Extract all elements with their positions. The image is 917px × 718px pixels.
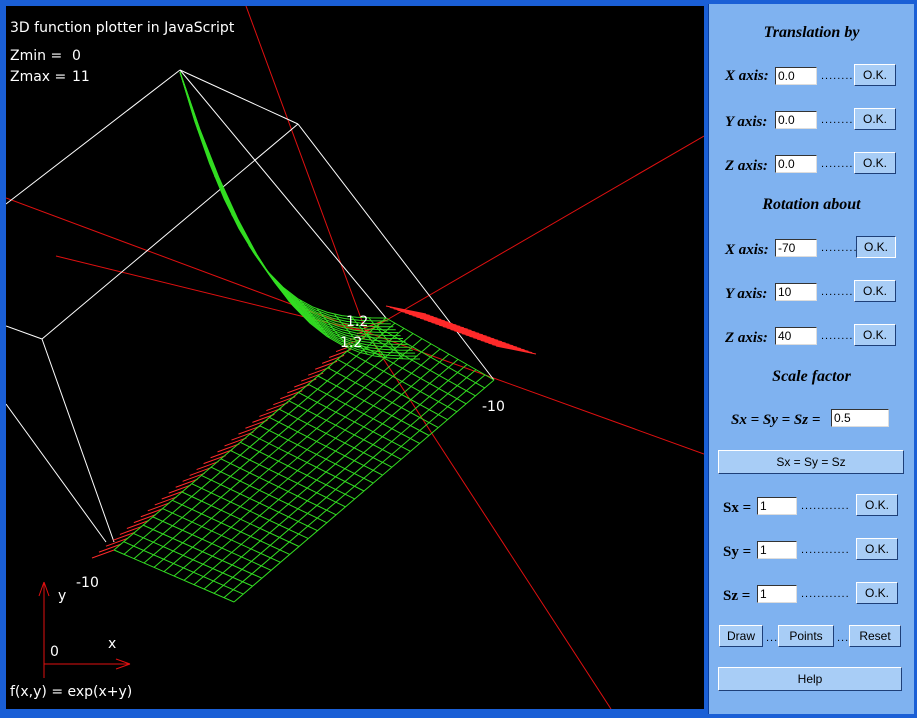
gizmo-x-arrow: [115, 658, 131, 665]
sz-input[interactable]: [757, 585, 797, 603]
tick-max-a: 1.2: [346, 314, 369, 330]
zmin-label: Zmin =: [10, 48, 63, 64]
axis-line: [365, 135, 704, 333]
axis-y-label: y: [58, 588, 67, 604]
shadow-hatch: [112, 531, 136, 541]
bounding-box-edge: [6, 325, 43, 340]
shadow-hatch: [210, 449, 233, 459]
surface-mesh-line: [143, 333, 414, 564]
sz-ok-button[interactable]: O.K.: [856, 582, 898, 604]
zmax-value: 11: [72, 69, 90, 85]
control-panel: Translation by X axis: ............ O.K.…: [708, 4, 914, 714]
rotate-z-ok-button[interactable]: O.K.: [854, 324, 896, 346]
tick-max-b: 1.2: [340, 335, 363, 351]
dots: ...: [766, 632, 779, 644]
surface-mesh-line: [153, 338, 423, 568]
axis-x-label: x: [108, 636, 117, 652]
dots: ............: [801, 588, 850, 600]
translate-y-input[interactable]: [775, 111, 817, 129]
axis-line: [365, 331, 612, 709]
surface-mesh-line: [163, 343, 432, 573]
surface-curve: [213, 175, 226, 194]
shadow-hatch: [168, 484, 191, 494]
rotate-x-label: X axis:: [725, 242, 769, 258]
surface-mesh-line: [173, 348, 441, 577]
dots: ...: [837, 632, 850, 644]
sx-label: Sx =: [723, 500, 752, 516]
uniform-scale-label: Sx = Sy = Sz =: [731, 412, 821, 428]
surface-curve: [231, 213, 248, 239]
translate-z-label: Z axis:: [725, 158, 768, 174]
translate-y-label: Y axis:: [725, 114, 768, 130]
surface-mesh-line: [113, 317, 387, 551]
translate-y-ok-button[interactable]: O.K.: [854, 108, 896, 130]
rotate-x-input[interactable]: [775, 239, 817, 257]
zmax-label: Zmax =: [10, 69, 67, 85]
bounding-box-edge: [6, 403, 107, 543]
plot-title: 3D function plotter in JavaScript: [10, 20, 235, 36]
shadow-hatch: [98, 543, 122, 553]
rotation-heading: Rotation about: [762, 196, 861, 213]
translate-x-ok-button[interactable]: O.K.: [854, 64, 896, 86]
translation-heading: Translation by: [763, 24, 860, 41]
draw-button[interactable]: Draw: [719, 625, 763, 647]
shadow-hatch: [196, 461, 219, 471]
gizmo-x-arrow: [115, 663, 131, 670]
sz-label: Sz =: [723, 588, 751, 604]
sy-ok-button[interactable]: O.K.: [856, 538, 898, 560]
scale-heading: Scale factor: [772, 368, 851, 385]
zmin-value: 0: [72, 48, 81, 64]
translate-x-input[interactable]: [775, 67, 817, 85]
rotate-z-label: Z axis:: [725, 330, 768, 346]
uniform-scale-input[interactable]: [831, 409, 889, 427]
bounding-box-edge: [6, 69, 181, 205]
rotate-z-input[interactable]: [775, 327, 817, 345]
shadow-hatch: [126, 520, 150, 529]
shadow-hatch: [140, 508, 163, 518]
gizmo-y-arrow: [38, 581, 45, 597]
shadow-hatch: [217, 443, 240, 453]
bounding-box-edge: [41, 123, 299, 340]
reset-button[interactable]: Reset: [849, 625, 901, 647]
tick-neg-x: -10: [482, 399, 505, 415]
rotate-x-ok-button[interactable]: O.K.: [856, 236, 896, 258]
surface-curve: [248, 244, 270, 275]
dots: ............: [801, 544, 850, 556]
sy-label: Sy =: [723, 544, 752, 560]
help-button[interactable]: Help: [718, 667, 902, 691]
sy-input[interactable]: [757, 541, 797, 559]
function-label: f(x,y) = exp(x+y): [10, 684, 133, 700]
shadow-hatch: [91, 549, 115, 559]
plot-graphic: [6, 6, 704, 709]
bounding-box-edge: [41, 338, 115, 543]
origin-label: 0: [50, 644, 59, 660]
shadow-hatch: [189, 466, 212, 476]
plot-canvas[interactable]: 3D function plotter in JavaScript Zmin =…: [6, 6, 704, 709]
rotate-y-label: Y axis:: [725, 286, 768, 302]
uniform-scale-button[interactable]: Sx = Sy = Sz: [718, 450, 904, 474]
gizmo-y-arrow: [43, 581, 50, 597]
translate-z-input[interactable]: [775, 155, 817, 173]
shadow-hatch: [147, 502, 170, 512]
rotate-y-input[interactable]: [775, 283, 817, 301]
translate-x-label: X axis:: [725, 68, 769, 84]
shadow-hatch: [119, 525, 143, 535]
dots: ............: [801, 500, 850, 512]
axis-line: [365, 331, 704, 455]
tick-neg-y: -10: [76, 575, 99, 591]
axis-line: [245, 6, 367, 333]
shadow-hatch: [133, 514, 157, 524]
bounding-box-edge: [179, 69, 299, 125]
sx-input[interactable]: [757, 497, 797, 515]
shadow-hatch: [161, 490, 184, 500]
shadow-hatch: [175, 478, 198, 488]
surface-mesh-line: [123, 322, 396, 555]
surface-mesh-line: [133, 327, 405, 560]
shadow-hatch: [182, 472, 205, 482]
sx-ok-button[interactable]: O.K.: [856, 494, 898, 516]
translate-z-ok-button[interactable]: O.K.: [854, 152, 896, 174]
points-button[interactable]: Points: [778, 625, 834, 647]
rotate-y-ok-button[interactable]: O.K.: [854, 280, 896, 302]
surface-curve: [265, 268, 291, 303]
